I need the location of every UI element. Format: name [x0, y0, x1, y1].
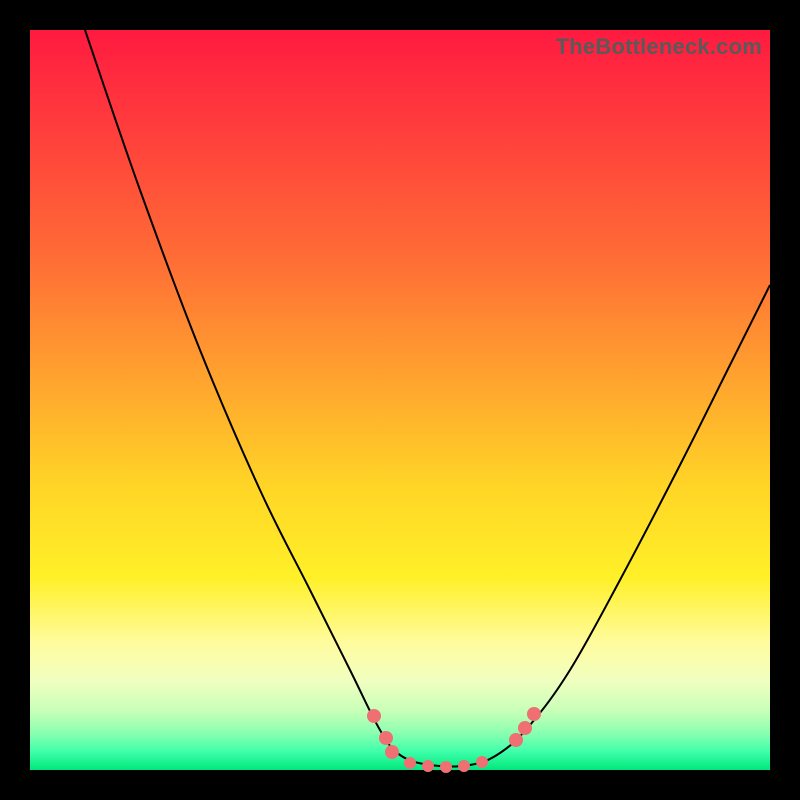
bead-point	[379, 731, 393, 745]
bottleneck-curve	[30, 30, 770, 770]
bead-point	[440, 761, 452, 773]
chart-frame: TheBottleneck.com	[0, 0, 800, 800]
bead-point	[367, 709, 381, 723]
bead-point	[476, 756, 488, 768]
bead-point	[458, 760, 470, 772]
plot-area: TheBottleneck.com	[30, 30, 770, 770]
bead-point	[404, 757, 416, 769]
bead-group	[367, 707, 541, 773]
bead-point	[509, 733, 523, 747]
bead-point	[422, 760, 434, 772]
bead-point	[527, 707, 541, 721]
bead-point	[518, 721, 532, 735]
curve-path	[85, 30, 770, 766]
bead-point	[385, 745, 399, 759]
